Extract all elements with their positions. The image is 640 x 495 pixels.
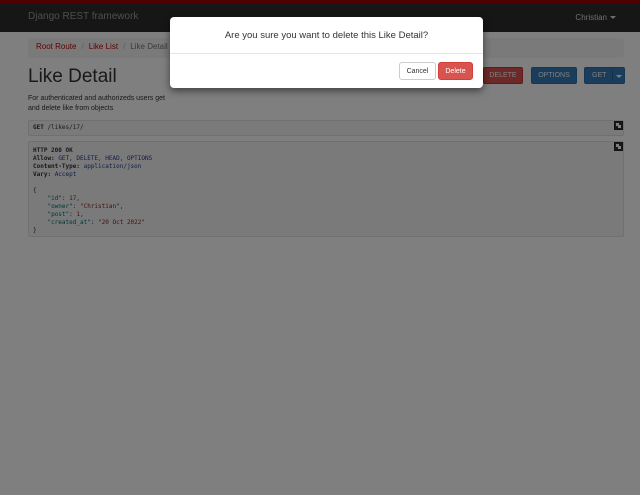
confirm-delete-modal: Are you sure you want to delete this Lik… — [170, 17, 483, 88]
modal-message: Are you sure you want to delete this Lik… — [170, 17, 483, 54]
confirm-delete-button[interactable]: Delete — [438, 62, 473, 80]
cancel-button[interactable]: Cancel — [399, 62, 436, 80]
